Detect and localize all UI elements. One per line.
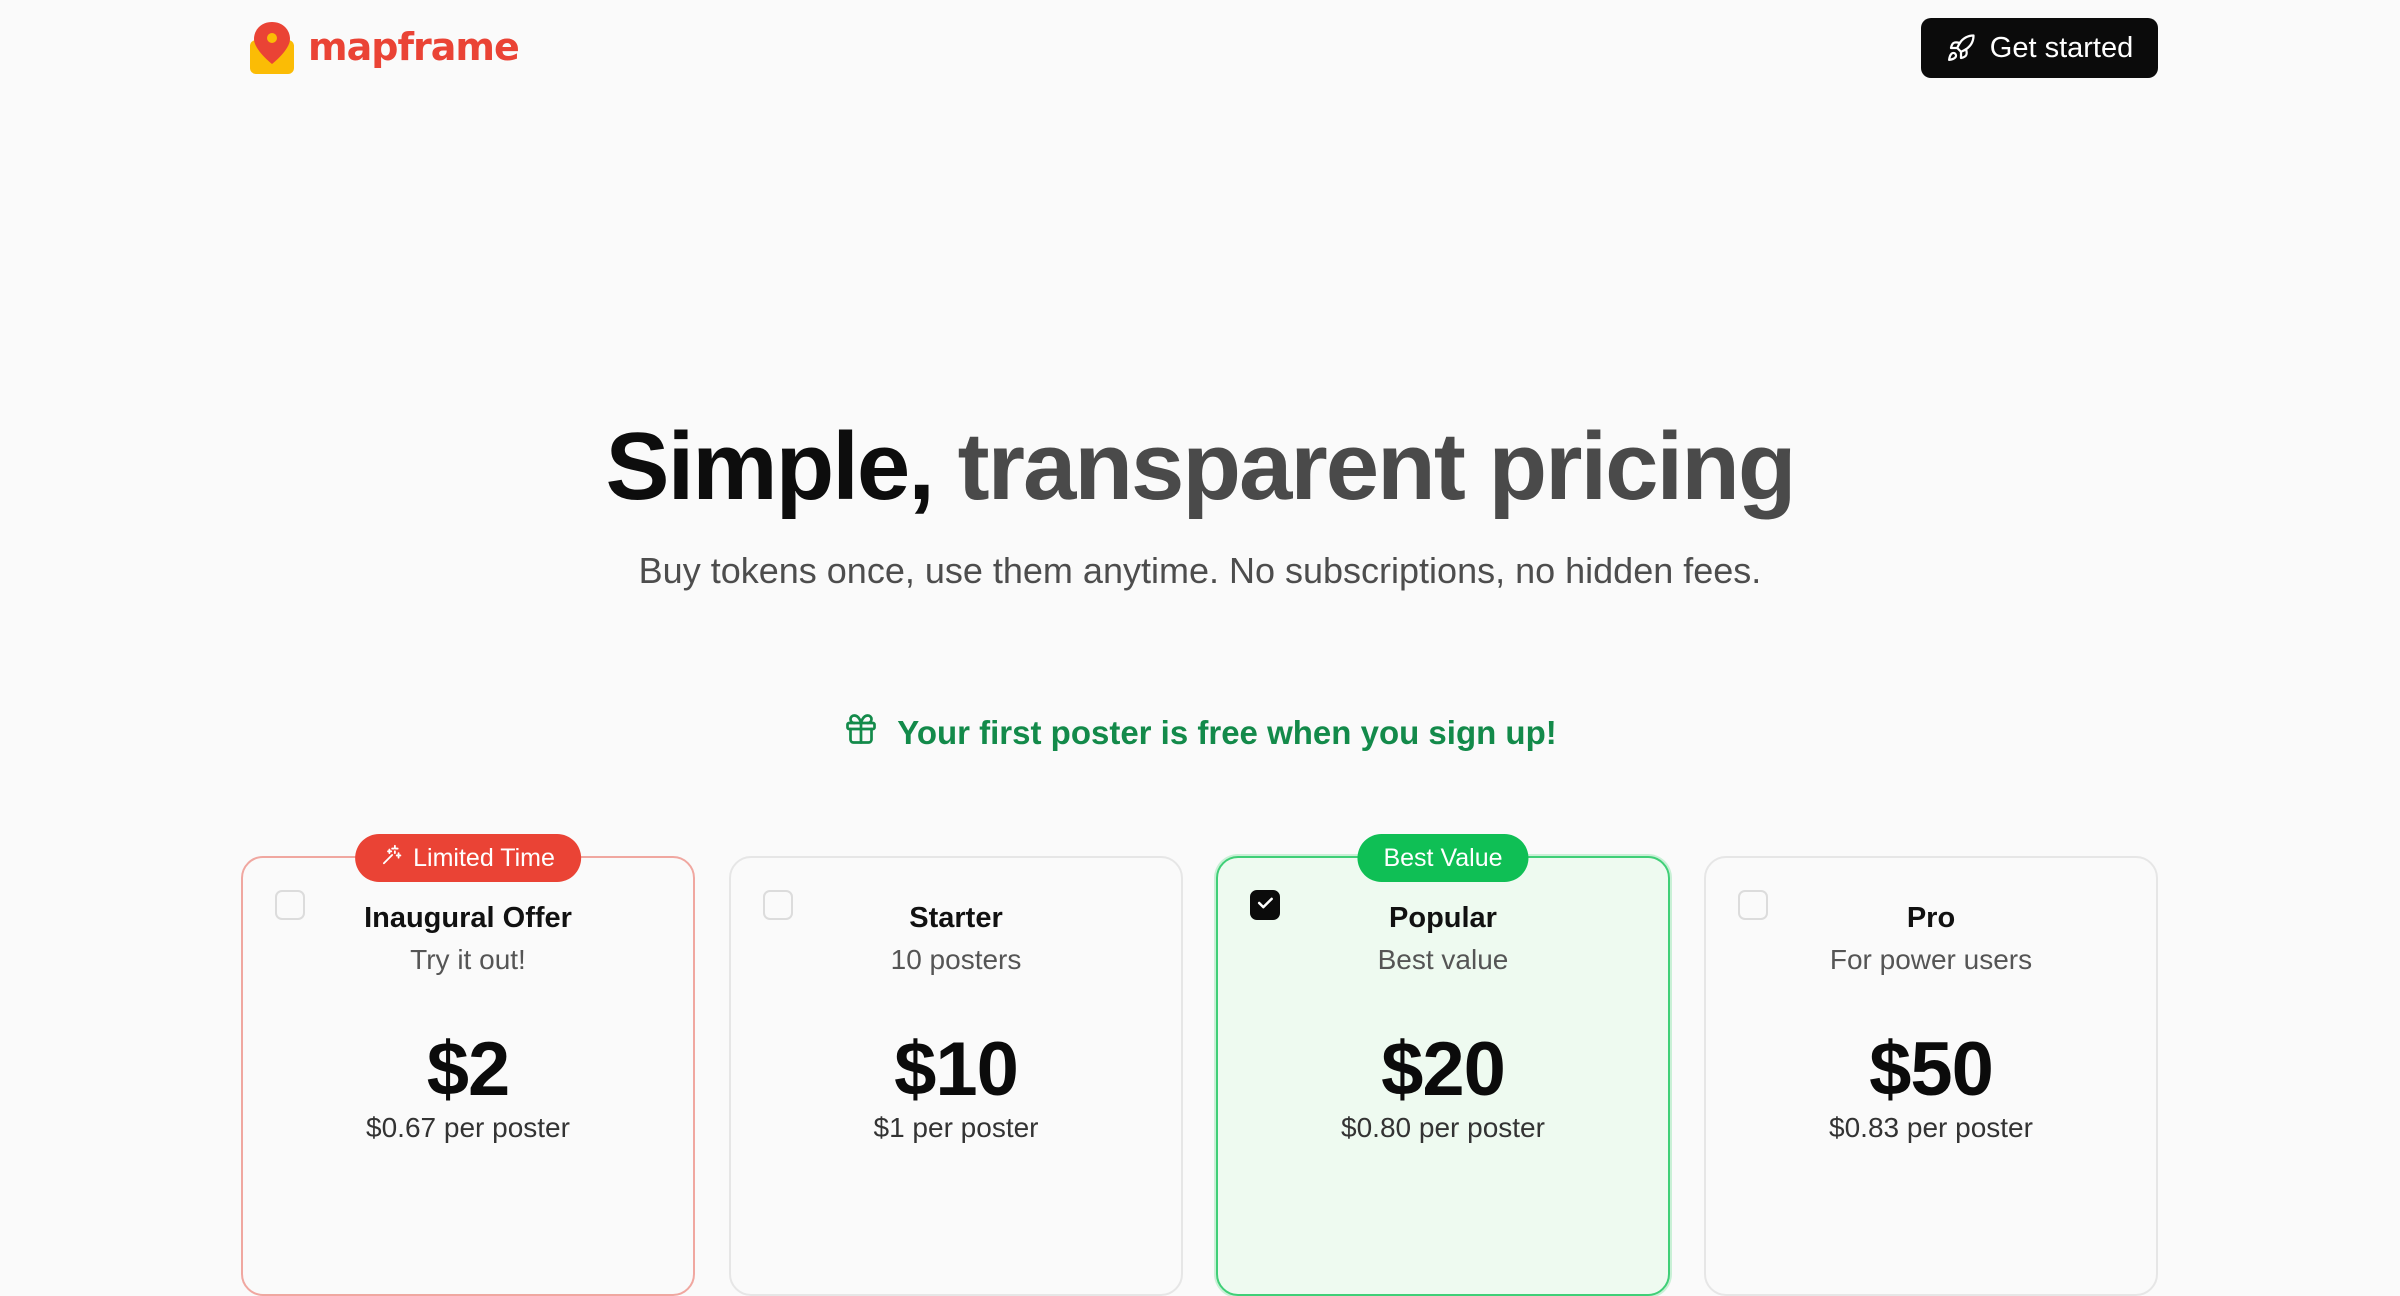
rocket-icon	[1946, 33, 1976, 63]
plan-price: $2	[426, 1027, 511, 1112]
limited-time-badge: Limited Time	[355, 834, 581, 882]
brand-name: mapframe	[308, 25, 520, 69]
plan-name: Popular	[1389, 902, 1497, 934]
map-pin-logo-icon	[250, 20, 294, 74]
best-value-badge: Best Value	[1357, 834, 1529, 882]
plan-price: $50	[1869, 1027, 1994, 1112]
gift-icon	[843, 710, 879, 756]
free-poster-text: Your first poster is free when you sign …	[897, 714, 1557, 751]
plan-card-pro[interactable]: Pro For power users $50 $0.83 per poster	[1704, 856, 2158, 1296]
badge-label: Limited Time	[413, 843, 555, 872]
plan-price: $10	[894, 1027, 1019, 1112]
plan-name: Starter	[909, 902, 1003, 934]
free-poster-banner: Your first poster is free when you sign …	[0, 710, 2400, 756]
plan-price-per-poster: $0.80 per poster	[1341, 1112, 1545, 1143]
top-nav: mapframe Get started	[0, 0, 2400, 100]
plan-description: For power users	[1829, 944, 2033, 975]
plan-description: 10 posters	[890, 944, 1022, 975]
badge-label: Best Value	[1383, 843, 1503, 872]
get-started-button[interactable]: Get started	[1921, 18, 2158, 78]
plan-price-per-poster: $0.67 per poster	[366, 1112, 570, 1143]
brand-logo[interactable]: mapframe	[250, 20, 520, 74]
title-part-1: Simple,	[605, 413, 935, 520]
page-title: Simple, transparent pricing	[0, 408, 2400, 526]
plan-card-inaugural-offer[interactable]: Limited Time Inaugural Offer Try it out!…	[241, 834, 695, 1296]
plan-description: Try it out!	[410, 944, 526, 975]
plan-card-starter[interactable]: Starter 10 posters $10 $1 per poster	[729, 856, 1183, 1296]
plan-name: Inaugural Offer	[364, 902, 572, 934]
plan-name: Pro	[1906, 902, 1956, 934]
plan-price-per-poster: $0.83 per poster	[1829, 1112, 2033, 1143]
plan-price: $20	[1381, 1027, 1506, 1112]
plan-price-per-poster: $1 per poster	[873, 1112, 1039, 1143]
plan-card-popular[interactable]: Best Value Popular Best value $20 $0.80 …	[1216, 834, 1670, 1296]
sparkle-icon	[381, 844, 403, 873]
plan-description: Best value	[1377, 944, 1509, 975]
page-subtitle: Buy tokens once, use them anytime. No su…	[638, 550, 1762, 591]
get-started-label: Get started	[1989, 31, 2134, 64]
title-part-2: transparent pricing	[957, 413, 1797, 520]
